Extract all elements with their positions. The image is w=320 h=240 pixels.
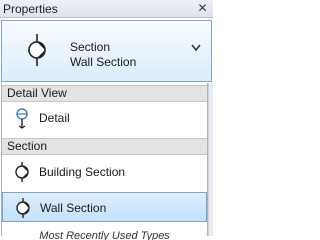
list-item-building-section[interactable]: Building Section [2,157,207,187]
detail-callout-icon [16,108,28,129]
section-marker-icon [15,162,29,182]
close-icon[interactable]: ✕ [196,2,209,15]
list-item-label: Wall Section [40,201,107,215]
group-header-detail-view: Detail View [2,85,207,102]
list-item-detail[interactable]: Detail [2,103,207,133]
section-marker-icon [16,198,30,218]
selected-family-label: Section [70,40,111,54]
recently-used-label: Most Recently Used Types [39,230,170,240]
type-dropdown-list[interactable]: Detail View Detail Section Building Sect… [1,83,208,240]
list-item-wall-section[interactable]: Wall Section [2,192,207,222]
group-header-section: Section [2,138,207,155]
list-scrollbar[interactable] [208,83,213,236]
section-marker-icon [28,34,46,66]
properties-title-bar: Properties ✕ [0,0,213,18]
selected-type-label: Wall Section [70,55,137,69]
panel-title: Properties [3,2,58,16]
list-item-label: Detail [39,111,70,125]
type-selector[interactable]: Section Wall Section [1,20,212,82]
list-item-label: Building Section [39,165,126,179]
chevron-down-icon[interactable] [191,44,201,52]
